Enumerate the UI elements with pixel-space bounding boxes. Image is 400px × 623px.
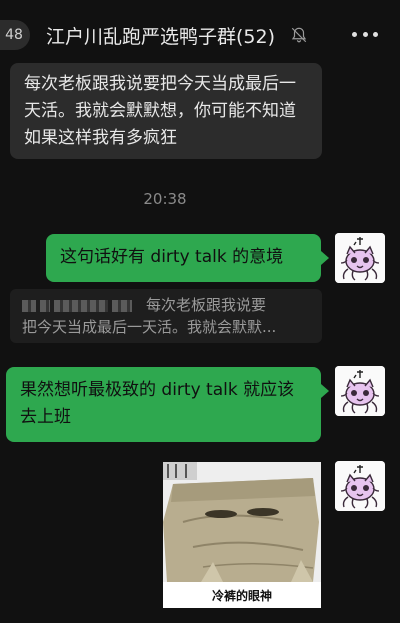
dot <box>373 31 378 37</box>
chat-title: 江户川乱跑严选鸭子群(52) <box>46 25 276 48</box>
blurred-sender <box>54 299 108 312</box>
blurred-sender <box>112 299 132 312</box>
avatar[interactable] <box>335 366 385 416</box>
quoted-message[interactable]: 每次老板跟我说要 把今天当成最后一天活。我就会默默... <box>10 289 322 343</box>
dot <box>362 31 368 37</box>
cat-avatar-icon <box>335 366 385 416</box>
bubble-tail <box>321 251 329 265</box>
chat-header: 48 江户川乱跑严选鸭子群(52) <box>0 0 400 62</box>
pants-photo <box>163 462 321 582</box>
image-message[interactable]: 冷裤的眼神 <box>163 462 321 608</box>
quote-text: 把今天当成最后一天活。我就会默默... <box>22 318 277 336</box>
back-unread-badge[interactable]: 48 <box>0 20 30 50</box>
quote-text: 每次老板跟我说要 <box>146 296 267 314</box>
blurred-sender <box>40 299 50 312</box>
bubble-tail <box>321 384 329 398</box>
more-dots-icon[interactable] <box>352 24 378 44</box>
avatar[interactable] <box>335 461 385 511</box>
quote-line: 每次老板跟我说要 <box>22 294 310 316</box>
image-caption: 冷裤的眼神 <box>163 582 321 608</box>
dot <box>352 31 357 37</box>
incoming-message[interactable]: 每次老板跟我说要把今天当成最后一天活。我就会默默想，你可能不知道如果这样我有多疯… <box>10 63 322 159</box>
cat-avatar-icon <box>335 233 385 283</box>
mute-bell-icon <box>291 27 307 43</box>
outgoing-message[interactable]: 果然想听最极致的 dirty talk 就应该去上班 <box>6 367 321 442</box>
cat-avatar-icon <box>335 461 385 511</box>
outgoing-message[interactable]: 这句话好有 dirty talk 的意境 <box>46 234 321 282</box>
message-timestamp: 20:38 <box>143 190 187 208</box>
avatar[interactable] <box>335 233 385 283</box>
blurred-sender <box>22 299 36 312</box>
chat-screen: 48 江户川乱跑严选鸭子群(52) 每次老板跟我说要把今天当成最后一天活。我就会… <box>0 0 400 623</box>
